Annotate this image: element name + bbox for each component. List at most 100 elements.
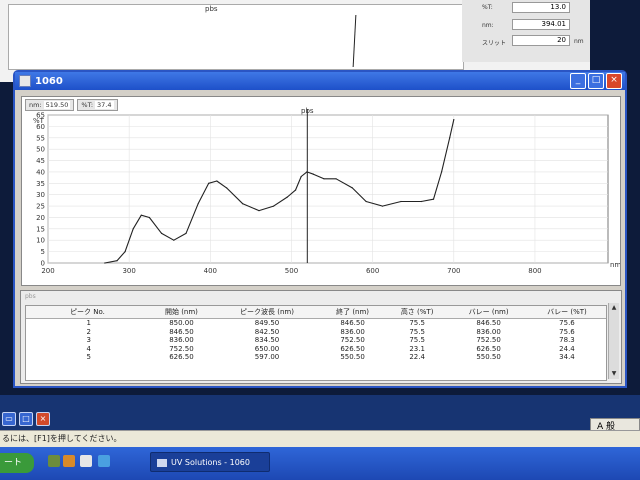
- data-point: [365, 200, 367, 203]
- table-cell: 34.4: [559, 353, 575, 361]
- table-row[interactable]: 4 752.50 650.00 626.50 23.1 626.50 24.4: [26, 345, 606, 354]
- window-title: 1060: [35, 75, 63, 87]
- column-header[interactable]: 開始 (nm): [149, 306, 214, 319]
- x-tick-label: 400: [204, 267, 217, 275]
- column-header[interactable]: 終了 (nm): [320, 306, 386, 319]
- data-point: [300, 175, 302, 178]
- data-point: [104, 262, 106, 264]
- table-row[interactable]: 5 626.50 597.00 550.50 22.4 550.50 34.4: [26, 353, 606, 362]
- spectrum-graph-panel[interactable]: 0 5 10 15 20 25 30 35 40 45 50 55 60 65 200 300 400 500 60…: [21, 96, 621, 286]
- table-cell: 842.50: [254, 327, 280, 336]
- y-axis-label: %T: [33, 117, 45, 125]
- data-point: [323, 178, 325, 180]
- close-button[interactable]: ×: [606, 73, 622, 89]
- uv-app-icon: [157, 458, 167, 467]
- table-row[interactable]: 1 850.00 849.50 846.50 75.5 846.50 75.6: [26, 319, 606, 328]
- table-cell: 850.00: [169, 319, 194, 327]
- data-point: [132, 228, 134, 230]
- data-point: [286, 196, 288, 198]
- data-point: [208, 182, 210, 184]
- nm-readout: nm: 519.50: [25, 99, 75, 111]
- table-cell: 846.50: [169, 327, 194, 336]
- peak-table-container[interactable]: ピーク No. 開始 (nm) ピーク波長 (nm) 終了 (nm) 高さ (%T) バレ…: [25, 305, 607, 381]
- app-icon: [19, 75, 31, 87]
- spectrum-window: 1060 _ □ × 0 5 10 15 20 25 30 35 40 45 50 55 60 65 200…: [13, 70, 627, 388]
- data-point: [453, 119, 455, 121]
- table-cell: 75.5: [409, 327, 425, 336]
- data-point: [449, 137, 451, 139]
- data-point: [400, 200, 402, 203]
- column-header[interactable]: ピーク波長 (nm): [213, 306, 321, 319]
- table-row[interactable]: 3 836.00 834.50 752.50 75.5 752.50 78.3: [26, 336, 606, 345]
- minimized-window-controls: ▭ □ ×: [2, 412, 66, 428]
- data-point: [216, 180, 218, 182]
- start-button[interactable]: ート: [0, 453, 34, 473]
- data-point: [432, 198, 435, 200]
- table-cell: 22.4: [409, 353, 425, 361]
- column-header[interactable]: ピーク No.: [26, 306, 149, 319]
- data-point: [335, 178, 337, 180]
- x-tick-label: 700: [447, 267, 460, 275]
- maximize-button[interactable]: □: [588, 73, 604, 89]
- y-tick-label: 10: [36, 237, 45, 245]
- quicklaunch-browser-icon[interactable]: [63, 455, 75, 467]
- table-cell: 75.5: [409, 319, 425, 327]
- spectrum-chart[interactable]: 05101520253035404550556065200 300 400 500 60…: [22, 97, 620, 285]
- column-header[interactable]: バレー (%T): [527, 306, 606, 319]
- mini-close-button[interactable]: ×: [36, 412, 50, 426]
- chart-title: pbs: [301, 107, 314, 115]
- taskbar-button-label: UV Solutions - 1060: [171, 458, 250, 467]
- table-row[interactable]: 2 846.50 842.50 836.00 75.5 836.00 75.6: [26, 328, 606, 337]
- mini-maximize-button[interactable]: □: [19, 412, 33, 426]
- x-tick-label: 300: [122, 267, 135, 275]
- x-tick-label: 600: [366, 267, 379, 275]
- table-cell: 752.50: [476, 336, 501, 344]
- data-point: [242, 203, 244, 205]
- mini-restore-button[interactable]: ▭: [2, 412, 16, 426]
- data-point: [351, 187, 353, 189]
- y-tick-label: 50: [36, 146, 45, 154]
- taskbar-button-uv-solutions[interactable]: UV Solutions - 1060: [150, 452, 270, 472]
- quicklaunch-desktop-icon[interactable]: [48, 455, 60, 467]
- data-point: [258, 210, 260, 212]
- table-cell: 834.50: [254, 336, 280, 344]
- data-point: [116, 260, 118, 262]
- data-point: [140, 214, 142, 216]
- data-point: [381, 205, 383, 207]
- y-tick-label: 45: [36, 157, 45, 165]
- quicklaunch-media-icon[interactable]: [98, 455, 110, 467]
- data-point: [173, 239, 175, 241]
- table-cell: 550.50: [340, 353, 365, 361]
- scroll-down-icon[interactable]: ▼: [610, 370, 618, 378]
- peak-table-scrollbar[interactable]: ▲ ▼: [608, 303, 619, 379]
- table-cell: 3: [86, 336, 91, 344]
- y-tick-label: 55: [36, 134, 45, 142]
- y-tick-label: 5: [41, 248, 45, 256]
- plot-area: [47, 114, 609, 264]
- table-cell: 550.50: [476, 353, 501, 361]
- data-point: [226, 187, 228, 189]
- background-slit-label: スリット: [482, 40, 507, 47]
- scroll-up-icon[interactable]: ▲: [610, 304, 618, 312]
- table-cell: 78.3: [559, 336, 575, 344]
- y-tick-label: 35: [36, 180, 45, 188]
- data-point: [312, 173, 314, 175]
- data-point: [148, 216, 150, 219]
- table-cell: 836.00: [169, 336, 194, 344]
- nm-readout-value: 519.50: [43, 101, 71, 109]
- background-slit-value[interactable]: 20: [512, 35, 570, 46]
- table-cell: 597.00: [254, 353, 280, 361]
- t-readout-value: 37.4: [95, 101, 114, 109]
- column-header[interactable]: 高さ (%T): [385, 306, 450, 319]
- table-cell: 23.1: [409, 344, 425, 353]
- y-tick-label: 15: [36, 225, 45, 233]
- x-tick-label: 500: [285, 267, 298, 275]
- column-header[interactable]: バレー (nm): [449, 306, 528, 319]
- window-titlebar[interactable]: 1060 _ □ ×: [15, 72, 625, 90]
- y-tick-label: 30: [36, 191, 45, 199]
- table-cell: 846.50: [476, 319, 501, 327]
- data-point: [161, 232, 163, 234]
- quicklaunch-mail-icon[interactable]: [80, 455, 92, 467]
- minimize-button[interactable]: _: [570, 73, 586, 89]
- t-readout: %T: 37.4: [77, 99, 118, 111]
